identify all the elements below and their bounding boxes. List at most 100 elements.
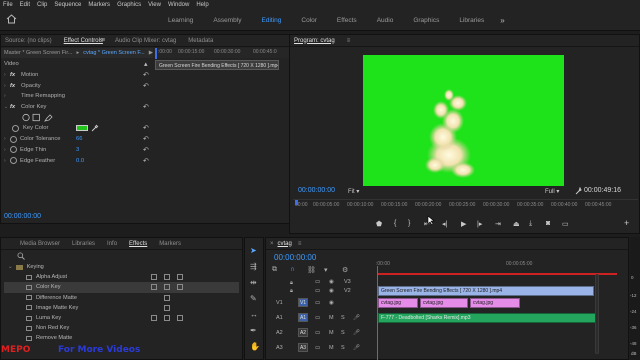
voice-over-icon[interactable]: 🎤︎	[353, 330, 360, 336]
color-tolerance-value[interactable]: 66	[76, 136, 82, 142]
step-forward-icon[interactable]: |▸	[477, 220, 482, 228]
property-row-edge-thin[interactable]: › Edge Thin 3 ↶	[4, 145, 154, 156]
track-output-icon[interactable]: ◉	[329, 288, 334, 294]
timeline-vertical-scrollbar[interactable]	[595, 274, 599, 354]
effect-item[interactable]: Difference Matte	[4, 293, 239, 303]
reset-icon[interactable]: ↶	[143, 103, 149, 111]
reset-icon[interactable]: ↶	[143, 71, 149, 79]
mute-button[interactable]: M	[329, 330, 334, 336]
tab-effects[interactable]: Effects	[129, 241, 147, 247]
voice-over-icon[interactable]: 🎤︎	[353, 345, 360, 351]
export-frame-icon[interactable]: ◙	[546, 220, 550, 227]
track-output-icon[interactable]: ◉	[329, 300, 334, 306]
tab-metadata[interactable]: Metadata	[188, 38, 213, 44]
settings-wrench-icon[interactable]	[575, 187, 582, 195]
workspace-tab-audio[interactable]: Audio	[367, 17, 404, 24]
sync-lock-icon[interactable]: ▭	[315, 315, 320, 321]
track-target-toggle[interactable]: A2	[298, 328, 308, 337]
tab-audio-clip-mixer[interactable]: Audio Clip Mixer: cvtag	[115, 38, 176, 44]
reset-icon[interactable]: ↶	[143, 157, 149, 165]
program-playhead[interactable]	[295, 200, 298, 205]
track-target-toggle[interactable]: A1	[298, 313, 308, 322]
extract-icon[interactable]: ⤓	[529, 220, 532, 228]
clip-audio[interactable]: F-777 - Deadbolted [Sharks Remix].mp3	[378, 313, 596, 323]
effect-item[interactable]: Image Matte Key	[4, 303, 239, 313]
effect-item[interactable]: Alpha Adjust	[4, 272, 239, 282]
expand-arrow-icon[interactable]: ›	[4, 93, 10, 99]
menu-window[interactable]: Window	[168, 2, 189, 8]
sync-lock-icon[interactable]: ▭	[315, 300, 320, 306]
menu-help[interactable]: Help	[196, 2, 208, 8]
program-timecode[interactable]: 00:00:00:00	[298, 187, 335, 194]
workspace-tab-editing[interactable]: Editing	[252, 17, 292, 24]
fx-icon[interactable]: fx	[10, 104, 18, 110]
slip-tool-icon[interactable]: ↔	[250, 310, 258, 319]
timeline-timecode[interactable]: 00:00:00:00	[274, 253, 316, 262]
tab-sequence[interactable]: cvtag	[278, 241, 292, 247]
track-target-toggle[interactable]: V1	[298, 298, 308, 307]
show-timeline-icon[interactable]: ▶	[149, 50, 153, 56]
menu-clip[interactable]: Clip	[37, 2, 47, 8]
effect-controls-timecode[interactable]: 00:00:00:00	[4, 213, 41, 220]
sync-lock-icon[interactable]: ▭	[315, 330, 320, 336]
workspace-tab-learning[interactable]: Learning	[158, 17, 203, 24]
fx-icon[interactable]: fx	[10, 83, 18, 89]
panel-menu-icon[interactable]: ≡	[347, 38, 351, 44]
collapse-arrow-icon[interactable]: ⌄	[8, 264, 13, 270]
workspace-tab-graphics[interactable]: Graphics	[403, 17, 449, 24]
program-ruler[interactable]: 00:00 00:00:05:00 00:00:10:00 00:00:15:0…	[293, 199, 638, 211]
program-video-frame[interactable]	[363, 55, 564, 186]
quality-dropdown[interactable]: Full ▾	[545, 188, 559, 195]
master-clip-name[interactable]: Master * Green Screen Fir...	[4, 50, 72, 56]
add-marker-icon[interactable]: ▾	[324, 266, 328, 274]
property-row-color-tolerance[interactable]: › Color Tolerance 66 ↶	[4, 134, 154, 145]
menu-sequence[interactable]: Sequence	[54, 2, 81, 8]
linked-selection-icon[interactable]: ⛓	[307, 266, 316, 274]
solo-button[interactable]: S	[341, 315, 345, 321]
stopwatch-icon[interactable]	[10, 157, 17, 165]
sequence-clip-name[interactable]: cvtag * Green Screen F...	[83, 50, 144, 56]
menu-markers[interactable]: Markers	[88, 2, 110, 8]
property-row-color-key[interactable]: ⌄ fx Color Key ↶	[4, 102, 154, 113]
key-color-swatch[interactable]	[76, 125, 88, 132]
property-row-time-remapping[interactable]: › Time Remapping	[4, 91, 154, 102]
workspace-tab-assembly[interactable]: Assembly	[203, 17, 251, 24]
property-row-key-color[interactable]: Key Color ↶	[4, 123, 154, 134]
folder-keying[interactable]: ⌄ Keying	[4, 262, 239, 272]
tab-source[interactable]: Source: (no clips)	[5, 38, 52, 44]
tab-program[interactable]: Program: cvtag	[294, 38, 335, 44]
tab-info[interactable]: Info	[107, 241, 117, 247]
stopwatch-icon[interactable]	[10, 146, 17, 154]
solo-button[interactable]: S	[341, 330, 345, 336]
effect-controls-ruler[interactable]: :00:00 00:00:15:00 00:00:30:00 00:00:45:…	[154, 48, 290, 58]
mute-button[interactable]: M	[329, 345, 334, 351]
clip-image[interactable]: cvtag.jpg	[470, 298, 520, 308]
panel-menu-icon[interactable]: ≡	[101, 37, 105, 44]
go-to-out-icon[interactable]: ⇥	[495, 220, 501, 228]
timeline-ruler[interactable]: :00:00 00:00:05:00	[376, 258, 628, 268]
nest-icon[interactable]: ⧉	[272, 266, 277, 274]
menu-file[interactable]: File	[3, 2, 13, 8]
snap-icon[interactable]: ∩	[290, 266, 295, 273]
tab-markers[interactable]: Markers	[159, 241, 181, 247]
reset-icon[interactable]: ↶	[143, 146, 149, 154]
eyedropper-icon[interactable]	[91, 124, 99, 132]
effect-controls-playhead[interactable]	[155, 48, 157, 59]
effect-item[interactable]: Luma Key	[4, 313, 239, 323]
lift-icon[interactable]: ⏏	[513, 220, 520, 228]
close-tab-icon[interactable]: ×	[270, 241, 274, 247]
track-target-toggle[interactable]: A3	[298, 343, 308, 352]
hand-tool-icon[interactable]: ✋	[250, 342, 260, 351]
track-output-icon[interactable]: ◉	[329, 279, 334, 285]
effect-item[interactable]: Non Red Key	[4, 323, 239, 333]
clip-image[interactable]: cvtag.jpg	[378, 298, 418, 308]
effect-item[interactable]: Remove Matte	[4, 333, 239, 343]
mark-in-icon[interactable]: {	[394, 220, 396, 227]
tab-effect-controls[interactable]: Effect Controls	[64, 38, 103, 44]
clip-green-screen[interactable]: Green Screen Fire Bending Effects [ 720 …	[378, 286, 594, 296]
sync-lock-icon[interactable]: ▭	[315, 288, 320, 294]
panel-menu-icon[interactable]: ≡	[298, 241, 302, 247]
pen-tool-icon[interactable]: ✒	[250, 326, 257, 335]
property-row-opacity[interactable]: › fx Opacity ↶	[4, 80, 154, 91]
stopwatch-icon[interactable]	[10, 135, 17, 143]
